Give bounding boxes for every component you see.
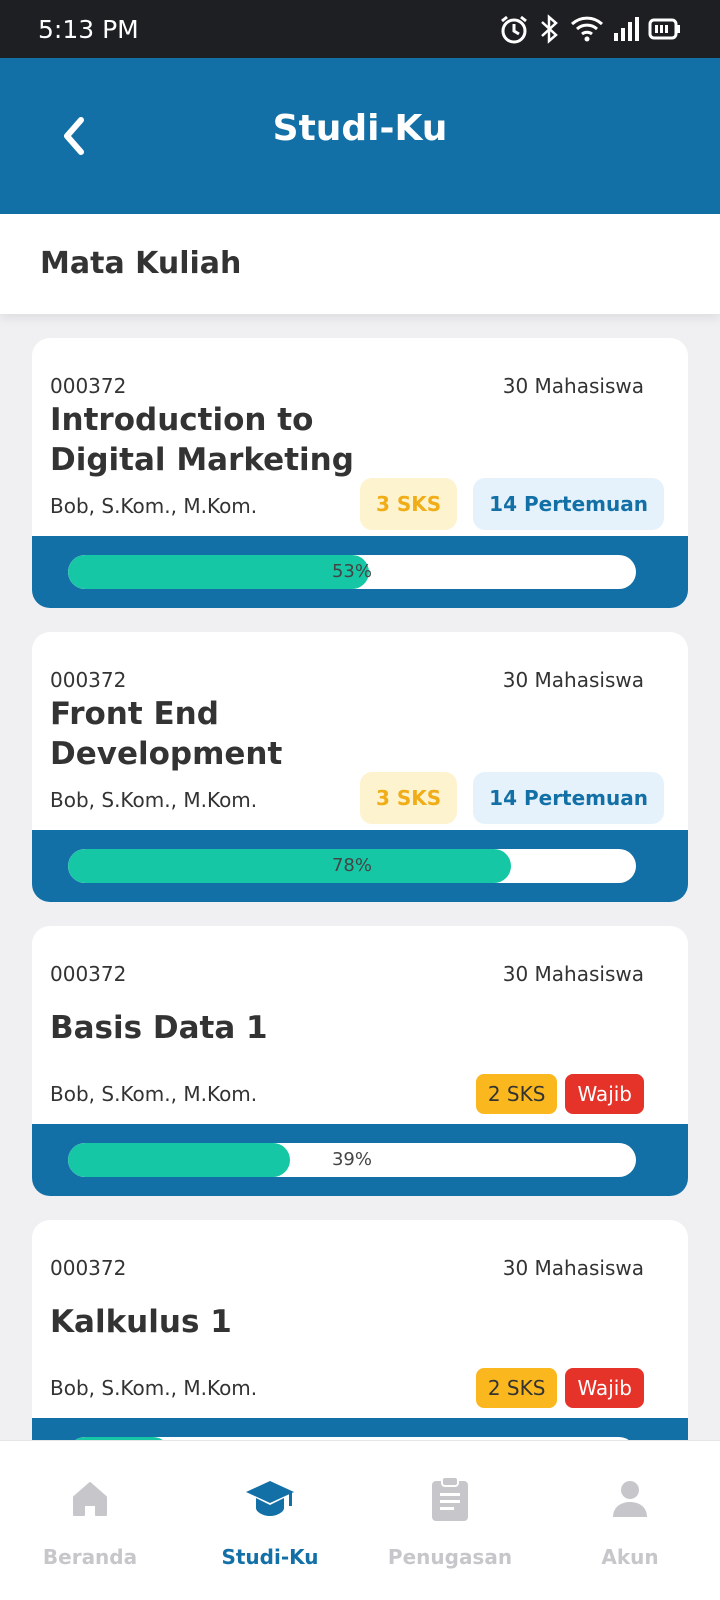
user-icon xyxy=(604,1473,656,1525)
sks-badge: 2 SKS xyxy=(475,1368,558,1408)
course-title: Basis Data 1 xyxy=(50,1010,268,1046)
course-card[interactable]: 000372 30 Mahasiswa Introduction to Digi… xyxy=(32,338,688,608)
required-badge: Wajib xyxy=(565,1368,644,1408)
section-title: Mata Kuliah xyxy=(40,246,242,281)
sks-badge: 3 SKS xyxy=(359,478,458,530)
progress-section: 53% xyxy=(32,536,688,608)
course-badges: 3 SKS 14 Pertemuan xyxy=(359,478,664,530)
progress-section: 78% xyxy=(32,830,688,902)
home-icon xyxy=(64,1473,116,1525)
status-time: 5:13 PM xyxy=(38,14,139,44)
course-code: 000372 xyxy=(50,668,127,692)
nav-item-beranda[interactable]: Beranda xyxy=(0,1441,180,1600)
course-title: Front End Development xyxy=(50,696,283,772)
clipboard-icon xyxy=(424,1473,476,1525)
course-title: Kalkulus 1 xyxy=(50,1304,232,1340)
alarm-icon xyxy=(501,15,527,44)
course-card[interactable]: 000372 30 Mahasiswa Kalkulus 1 Bob, S.Ko… xyxy=(32,1220,688,1440)
status-icons xyxy=(498,13,682,45)
nav-label: Akun xyxy=(601,1545,659,1569)
nav-item-studi-ku[interactable]: Studi-Ku xyxy=(180,1441,360,1600)
course-list[interactable]: 000372 30 Mahasiswa Introduction to Digi… xyxy=(32,338,688,1440)
progress-section xyxy=(32,1418,688,1440)
lecturer-name: Bob, S.Kom., M.Kom. xyxy=(50,494,258,518)
progress-bar: 39% xyxy=(68,1143,636,1177)
progress-label: 39% xyxy=(331,1149,372,1170)
course-code: 000372 xyxy=(50,962,127,986)
course-code: 000372 xyxy=(50,1256,127,1280)
section-header: Mata Kuliah xyxy=(0,214,720,314)
sks-badge: 3 SKS xyxy=(359,772,458,824)
course-card[interactable]: 000372 30 Mahasiswa Basis Data 1 Bob, S.… xyxy=(32,926,688,1196)
progress-bar: 53% xyxy=(68,555,636,589)
meeting-count-badge: 14 Pertemuan xyxy=(473,772,664,824)
wifi-icon xyxy=(570,16,604,42)
student-count: 30 Mahasiswa xyxy=(502,1256,644,1280)
course-title: Introduction to Digital Marketing xyxy=(50,402,354,478)
course-badges: 2 SKS Wajib xyxy=(475,1074,644,1114)
required-badge: Wajib xyxy=(565,1074,644,1114)
progress-label: 78% xyxy=(331,855,372,876)
nav-item-akun[interactable]: Akun xyxy=(540,1441,720,1600)
nav-label: Studi-Ku xyxy=(221,1545,319,1569)
student-count: 30 Mahasiswa xyxy=(502,668,644,692)
battery-icon xyxy=(648,18,680,40)
course-badges: 3 SKS 14 Pertemuan xyxy=(359,772,664,824)
lecturer-name: Bob, S.Kom., M.Kom. xyxy=(50,788,258,812)
progress-label: 53% xyxy=(331,561,372,582)
lecturer-name: Bob, S.Kom., M.Kom. xyxy=(50,1376,258,1400)
lecturer-name: Bob, S.Kom., M.Kom. xyxy=(50,1082,258,1106)
bluetooth-icon xyxy=(541,14,558,44)
student-count: 30 Mahasiswa xyxy=(502,962,644,986)
status-bar: 5:13 PM xyxy=(0,0,720,58)
nav-label: Beranda xyxy=(42,1545,138,1569)
student-count: 30 Mahasiswa xyxy=(502,374,644,398)
page-title: Studi-Ku xyxy=(272,108,448,149)
meeting-count-badge: 14 Pertemuan xyxy=(473,478,664,530)
graduation-cap-icon xyxy=(244,1473,296,1525)
app-bar: Studi-Ku xyxy=(0,58,720,214)
bottom-navigation: Beranda Studi-Ku Penugasan Akun xyxy=(0,1440,720,1600)
sks-badge: 2 SKS xyxy=(475,1074,558,1114)
course-badges: 2 SKS Wajib xyxy=(475,1368,644,1408)
nav-label: Penugasan xyxy=(387,1545,513,1569)
progress-bar: 78% xyxy=(68,849,636,883)
nav-item-penugasan[interactable]: Penugasan xyxy=(360,1441,540,1600)
signal-icon xyxy=(614,17,639,41)
course-code: 000372 xyxy=(50,374,127,398)
course-card[interactable]: 000372 30 Mahasiswa Front End Developmen… xyxy=(32,632,688,902)
progress-section: 39% xyxy=(32,1124,688,1196)
